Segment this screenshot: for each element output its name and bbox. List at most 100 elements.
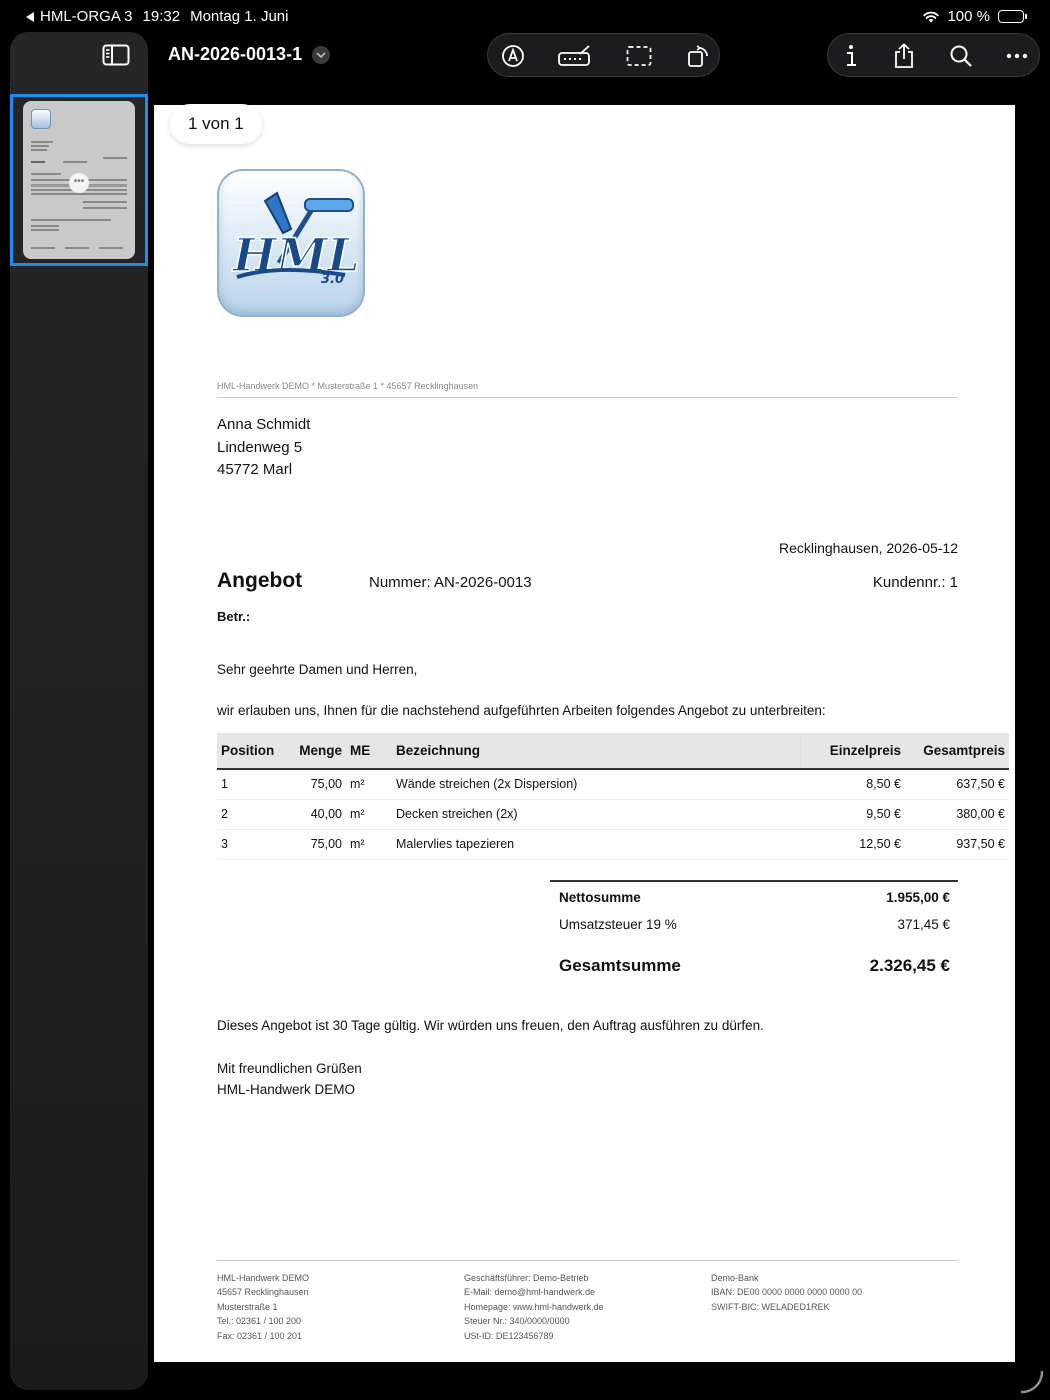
- footer-bank-column: Demo-Bank IBAN: DE00 0000 0000 0000 0000…: [711, 1271, 862, 1314]
- search-button[interactable]: [946, 42, 976, 70]
- cell-unit-price: 8,50 €: [800, 769, 905, 800]
- footer-line: 45657 Recklinghausen: [217, 1287, 309, 1298]
- thumbnail-sidebar: •••: [10, 32, 148, 1390]
- company-logo: HML 3.0: [217, 169, 365, 317]
- page-counter: 1 von 1: [170, 104, 262, 144]
- recipient-street: Lindenweg 5: [217, 438, 303, 456]
- resize-corner-icon[interactable]: [1018, 1368, 1046, 1396]
- recipient-city: 45772 Marl: [217, 461, 293, 478]
- document-title: AN-2026-0013-1: [168, 44, 303, 64]
- vat-row: Umsatzsteuer 19 % 371,45 €: [550, 909, 958, 936]
- table-row: 2 40,00 m² Decken streichen (2x) 9,50 € …: [217, 799, 1009, 830]
- cell-total-price: 637,50 €: [905, 769, 1009, 800]
- footer-line: Demo-Bank: [711, 1273, 759, 1283]
- vat-value: 371,45 €: [897, 917, 950, 932]
- footer-line: USt-ID: DE123456789: [464, 1330, 554, 1341]
- back-arrow-icon: [26, 11, 34, 22]
- intro-text: wir erlauben uns, Ihnen für die nachsteh…: [217, 703, 826, 718]
- back-to-app-link[interactable]: HML-ORGA 3: [26, 8, 133, 25]
- document-title-menu[interactable]: AN-2026-0013-1: [168, 44, 331, 65]
- footer-line: Steuer Nr.: 340/0000/0000: [464, 1316, 570, 1327]
- salutation: Sehr geehrte Damen und Herren,: [217, 662, 418, 677]
- status-bar: HML-ORGA 3 19:32 Montag 1. Juni 100 %: [0, 0, 1050, 32]
- grand-total-label: Gesamtsumme: [559, 956, 681, 975]
- more-dots-icon: [1006, 53, 1028, 59]
- grand-total-value: 2.326,45 €: [869, 956, 950, 975]
- table-header-row: Position Menge ME Bezeichnung Einzelprei…: [217, 733, 1009, 770]
- validity-note: Dieses Angebot ist 30 Tage gültig. Wir w…: [217, 1018, 764, 1033]
- customer-number: Kundennr.: 1: [872, 574, 958, 591]
- column-header-unit: ME: [346, 733, 392, 770]
- cell-total-price: 937,50 €: [905, 829, 1009, 860]
- cell-description: Wände streichen (2x Dispersion): [392, 769, 800, 800]
- back-app-label: HML-ORGA 3: [40, 8, 133, 25]
- markup-button[interactable]: [498, 42, 528, 70]
- closing-greeting: Mit freundlichen Grüßen: [217, 1061, 362, 1076]
- signature-button[interactable]: [556, 42, 594, 70]
- footer-contact-column: Geschäftsführer: Demo-Betrieb E-Mail: de…: [464, 1271, 604, 1343]
- items-table: Position Menge ME Bezeichnung Einzelprei…: [217, 733, 1009, 860]
- footer-line: E-Mail: demo@hml-handwerk.de: [464, 1287, 596, 1298]
- info-button[interactable]: [836, 42, 866, 70]
- footer-line: SWIFT-BIC: WELADED1REK: [711, 1301, 830, 1312]
- signature-company: HML-Handwerk DEMO: [217, 1081, 356, 1097]
- column-header-quantity: Menge: [294, 733, 346, 770]
- cell-unit: m²: [346, 799, 392, 830]
- search-icon: [950, 45, 972, 67]
- closing-block: Mit freundlichen Grüßen HML-Handwerk DEM…: [217, 1059, 362, 1100]
- place-date: Recklinghausen, 2026-05-12: [778, 540, 958, 556]
- info-icon: [847, 45, 856, 66]
- thumbnail-logo: [31, 109, 51, 129]
- thumbnail-more-icon[interactable]: •••: [69, 173, 89, 193]
- document-heading: Angebot: [217, 569, 303, 592]
- totals-block: Nettosumme 1.955,00 € Umsatzsteuer 19 % …: [550, 880, 958, 980]
- cell-position: 2: [217, 799, 294, 830]
- status-date: Montag 1. Juni: [190, 8, 289, 25]
- page-thumbnail[interactable]: •••: [23, 101, 135, 259]
- share-icon: [895, 43, 913, 68]
- net-total-row: Nettosumme 1.955,00 €: [550, 882, 958, 909]
- table-row: 1 75,00 m² Wände streichen (2x Dispersio…: [217, 769, 1009, 800]
- footer-line: Homepage: www.hml-handwerk.de: [464, 1301, 604, 1312]
- cell-unit-price: 9,50 €: [800, 799, 905, 830]
- cell-unit-price: 12,50 €: [800, 829, 905, 860]
- footer-divider: [217, 1260, 958, 1261]
- footer-line: Musterstraße 1: [217, 1301, 278, 1312]
- battery-percentage: 100 %: [947, 8, 990, 25]
- net-total-value: 1.955,00 €: [886, 890, 950, 905]
- footer-line: Tel.: 02361 / 100 200: [217, 1316, 302, 1327]
- column-header-position: Position: [217, 733, 294, 770]
- status-time: 19:32: [142, 8, 181, 25]
- recipient-address: Anna Schmidt Lindenweg 5 45772 Marl: [217, 414, 310, 482]
- wifi-icon: [923, 11, 940, 22]
- cell-position: 3: [217, 829, 294, 860]
- cell-description: Decken streichen (2x): [392, 799, 800, 830]
- cell-quantity: 40,00: [294, 799, 346, 830]
- battery-icon: [998, 10, 1027, 23]
- selection-button[interactable]: [624, 42, 654, 70]
- cell-quantity: 75,00: [294, 829, 346, 860]
- svg-text:3.0: 3.0: [321, 272, 344, 287]
- signature-icon: [558, 45, 590, 66]
- document-actions-group: [827, 33, 1040, 77]
- page-thumbnail-selected[interactable]: •••: [10, 94, 148, 266]
- table-row: 3 75,00 m² Malervlies tapezieren 12,50 €…: [217, 829, 1009, 860]
- rotate-icon: [688, 45, 708, 67]
- vat-label: Umsatzsteuer 19 %: [559, 917, 677, 932]
- footer-line: IBAN: DE00 0000 0000 0000 0000 00: [711, 1287, 863, 1298]
- cell-total-price: 380,00 €: [905, 799, 1009, 830]
- more-button[interactable]: [1002, 42, 1032, 70]
- cell-description: Malervlies tapezieren: [392, 829, 800, 860]
- grand-total-row: Gesamtsumme 2.326,45 €: [550, 936, 958, 980]
- recipient-name: Anna Schmidt: [217, 416, 311, 433]
- sidebar-toggle-icon[interactable]: [102, 44, 130, 66]
- footer-line: Geschäftsführer: Demo-Betrieb: [464, 1273, 589, 1283]
- sender-address-line: HML-Handwerk DEMO * Musterstraße 1 * 456…: [217, 381, 479, 391]
- rotate-button[interactable]: [684, 42, 714, 70]
- share-button[interactable]: [889, 42, 919, 70]
- net-total-label: Nettosumme: [559, 890, 641, 905]
- cell-quantity: 75,00: [294, 769, 346, 800]
- subject-label: Betr.:: [217, 609, 251, 624]
- dashed-selection-icon: [626, 46, 652, 66]
- cell-unit: m²: [346, 769, 392, 800]
